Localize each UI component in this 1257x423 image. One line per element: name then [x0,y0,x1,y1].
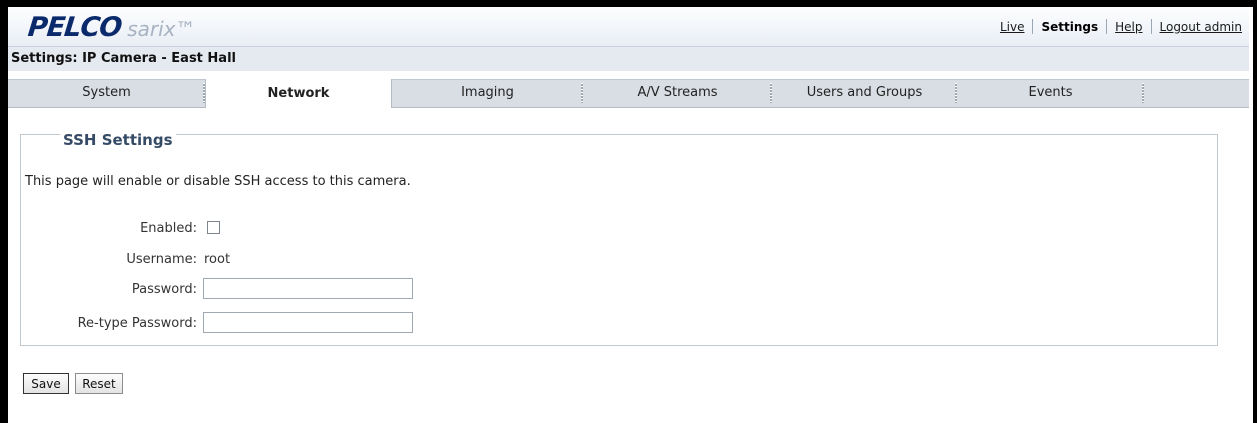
tab-events[interactable]: Events [957,80,1144,107]
tab-system[interactable]: System [8,80,205,107]
save-button[interactable]: Save [23,373,69,394]
live-link[interactable]: Live [1000,20,1025,34]
password-label: Password: [131,282,197,297]
tab-label: A/V Streams [637,85,718,100]
window-frame-left [0,0,8,423]
window-frame-top [0,0,1257,7]
breadcrumb: Settings: IP Camera - East Hall [8,47,1249,71]
window-frame-right [1253,0,1257,423]
retype-password-input[interactable] [203,312,413,333]
logo-pelco-text: PELCO [26,12,123,43]
tab-grip [1142,83,1144,103]
pelco-sarix-logo: PELCO sarix™ [26,12,196,43]
nav-divider [1150,19,1152,34]
enabled-label: Enabled: [140,221,197,236]
top-navigation: Live Settings Help Logout admin [1000,19,1242,34]
nav-divider [1106,19,1108,34]
tab-network[interactable]: Network [205,79,392,108]
tab-imaging[interactable]: Imaging [392,80,583,107]
logo-sarix-text: sarix™ [127,17,196,41]
tab-label: Imaging [461,85,514,100]
settings-tab-bar: System Network Imaging A/V Streams Users… [8,79,1249,108]
ssh-settings-panel [20,134,1218,346]
enabled-checkbox[interactable] [207,221,220,234]
help-link[interactable]: Help [1115,20,1142,34]
ssh-settings-title: SSH Settings [60,131,176,149]
password-input[interactable] [203,278,413,299]
app-header: PELCO sarix™ Live Settings Help Logout ad… [8,7,1249,47]
tab-users-and-groups[interactable]: Users and Groups [772,80,957,107]
settings-link[interactable]: Settings [1041,20,1098,34]
retype-password-label: Re-type Password: [77,316,197,331]
username-label: Username: [126,252,197,267]
nav-divider [1032,19,1034,34]
tab-label: Users and Groups [806,85,923,100]
reset-button[interactable]: Reset [75,373,123,394]
tab-av-streams[interactable]: A/V Streams [583,80,772,107]
username-value: root [204,252,231,267]
tab-label: Network [267,86,330,101]
tab-label: System [82,85,131,100]
ssh-description: This page will enable or disable SSH acc… [25,174,411,189]
tab-label: Events [1028,85,1073,100]
logout-link[interactable]: Logout admin [1160,20,1243,34]
